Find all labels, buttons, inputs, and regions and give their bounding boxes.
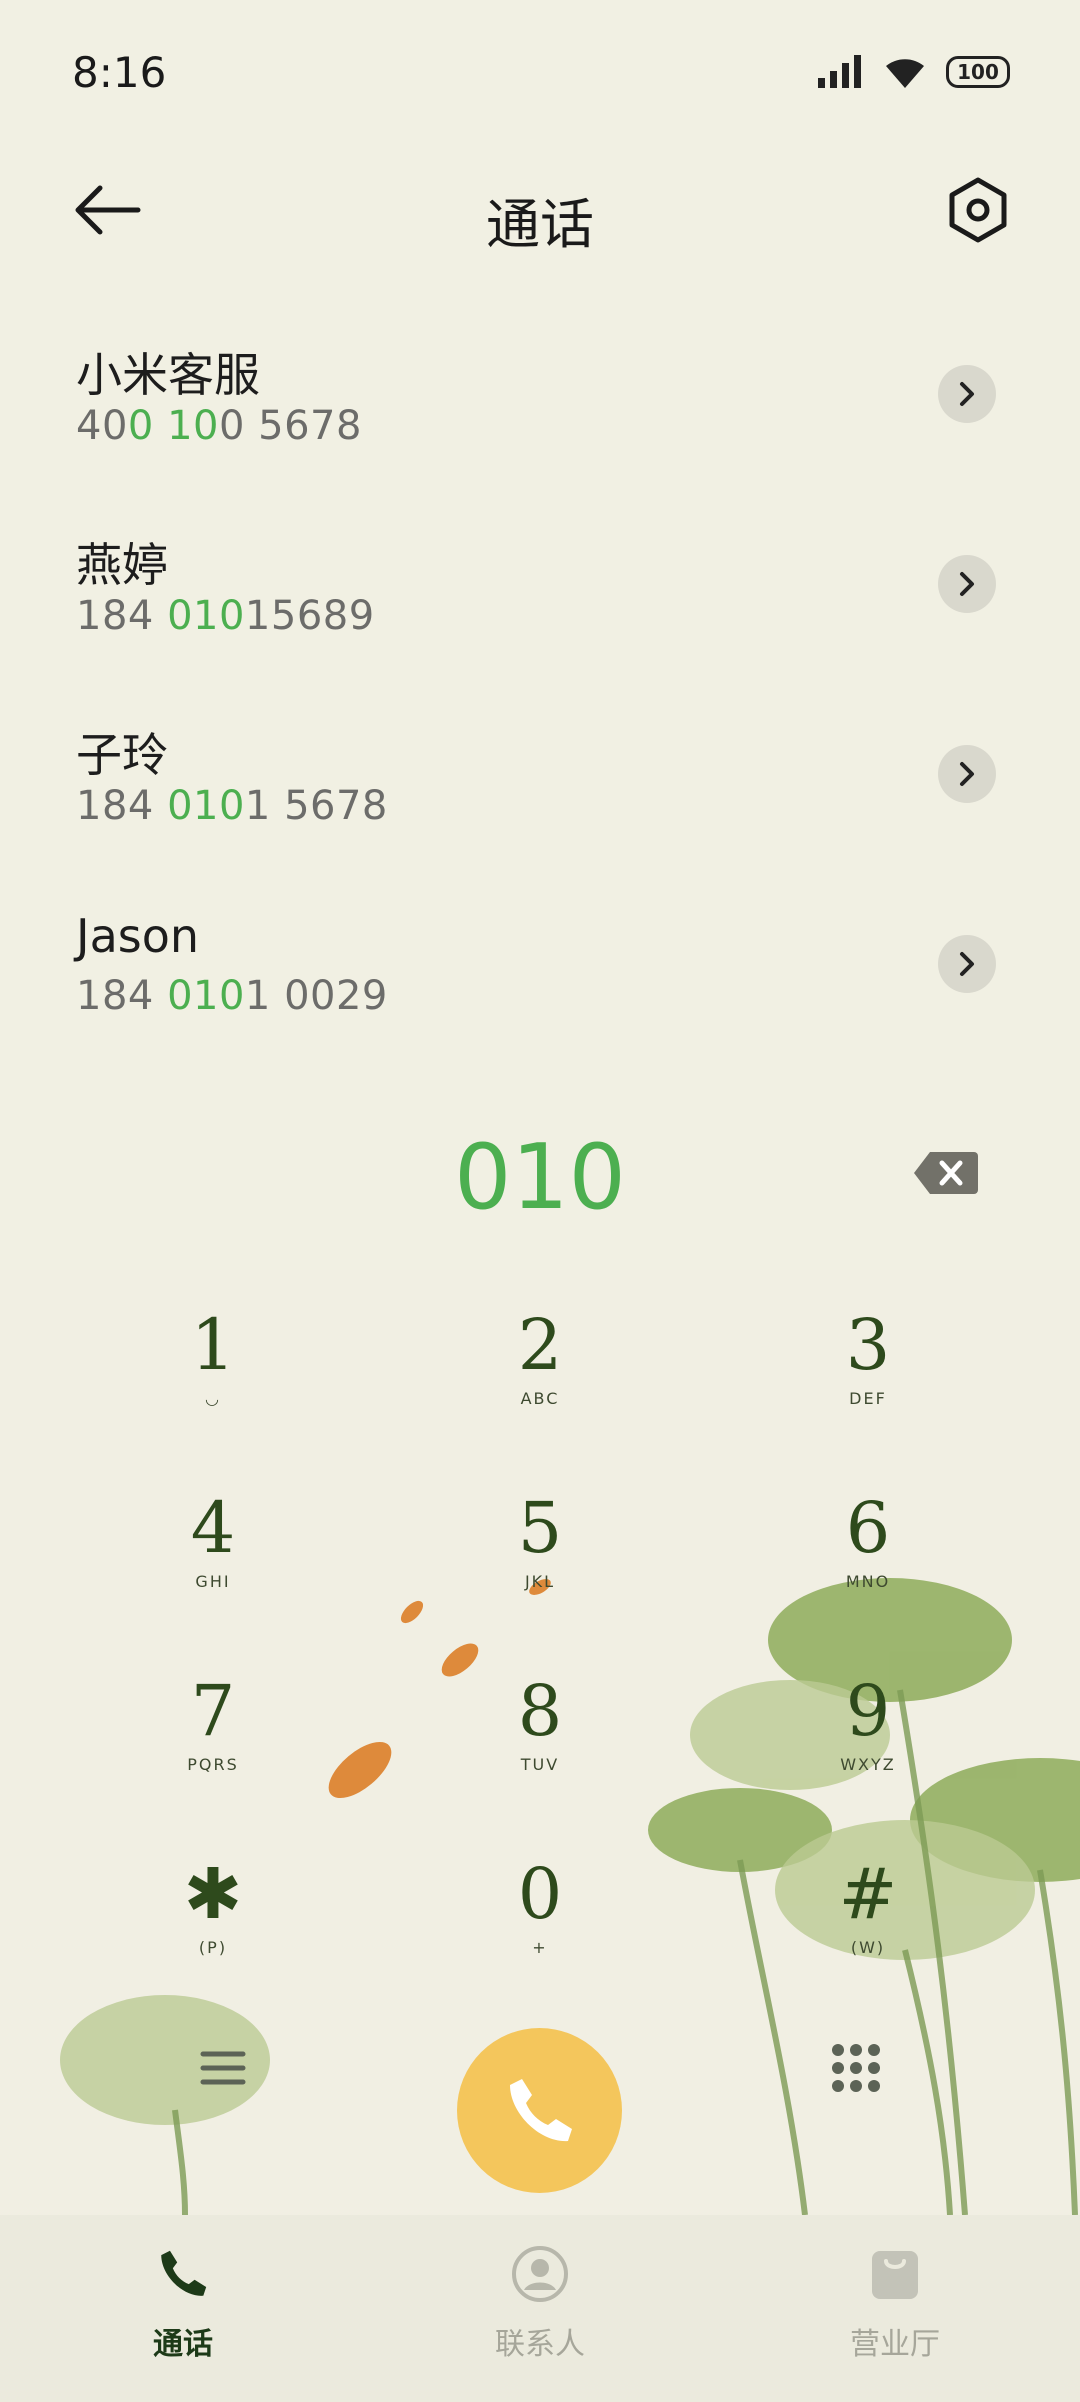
- chevron-right-icon: [960, 572, 974, 596]
- backspace-icon: [914, 1152, 978, 1194]
- signal-icon: [818, 55, 861, 88]
- contact-item[interactable]: Jason 184 0101 0029: [0, 885, 1080, 1075]
- tab-calls[interactable]: 通话: [63, 2245, 303, 2363]
- chevron-right-icon: [960, 382, 974, 406]
- tab-service-hall[interactable]: 营业厅: [775, 2245, 1015, 2363]
- tab-label: 联系人: [495, 2327, 585, 2362]
- gear-icon: [949, 177, 1007, 243]
- key-1[interactable]: 1 ◡: [113, 1305, 313, 1465]
- shop-bag-icon: [872, 2251, 918, 2299]
- contacts-icon: [512, 2246, 568, 2302]
- backspace-button[interactable]: [912, 1150, 980, 1196]
- contact-item[interactable]: 燕婷 184 01015689: [0, 505, 1080, 695]
- contact-name: 子玲: [76, 728, 168, 782]
- key-hash[interactable]: # (W): [768, 1854, 968, 2014]
- key-star[interactable]: ✱ (P): [113, 1854, 313, 2014]
- call-button[interactable]: [457, 2028, 622, 2193]
- settings-button[interactable]: [946, 176, 1010, 244]
- contact-name: 燕婷: [76, 538, 168, 592]
- contact-number: 184 0101 5678: [76, 783, 388, 829]
- key-7[interactable]: 7 PQRS: [113, 1671, 313, 1831]
- status-icons: 100: [816, 54, 1010, 90]
- bottom-nav: 通话 联系人 营业厅: [0, 2215, 1080, 2402]
- key-9[interactable]: 9 WXYZ: [768, 1671, 968, 1831]
- battery-icon: 100: [946, 56, 1010, 88]
- menu-button[interactable]: [195, 2040, 251, 2096]
- status-time: 8:16: [72, 48, 167, 97]
- key-2[interactable]: 2 ABC: [440, 1305, 640, 1465]
- contact-item[interactable]: 小米客服 400 100 5678: [0, 315, 1080, 505]
- key-4[interactable]: 4 GHI: [113, 1488, 313, 1648]
- page-title: 通话: [486, 193, 594, 256]
- tab-label: 营业厅: [850, 2327, 940, 2362]
- tab-contacts[interactable]: 联系人: [420, 2245, 660, 2363]
- key-6[interactable]: 6 MNO: [768, 1488, 968, 1648]
- contact-detail-button[interactable]: [938, 745, 996, 803]
- contact-number: 400 100 5678: [76, 403, 362, 449]
- contact-name: Jason: [76, 909, 200, 963]
- tab-label: 通话: [153, 2327, 213, 2362]
- status-bar: 8:16 100: [0, 0, 1080, 150]
- dialpad-icon: [832, 2044, 880, 2092]
- contact-detail-button[interactable]: [938, 365, 996, 423]
- phone-icon: [509, 2078, 572, 2141]
- chevron-right-icon: [960, 952, 974, 976]
- key-0[interactable]: 0 +: [440, 1854, 640, 2014]
- contact-name: 小米客服: [76, 348, 260, 402]
- contact-detail-button[interactable]: [938, 935, 996, 993]
- key-8[interactable]: 8 TUV: [440, 1671, 640, 1831]
- phone-icon: [161, 2250, 207, 2296]
- wifi-icon: [886, 59, 924, 88]
- menu-icon: [200, 2051, 246, 2085]
- contact-number: 184 0101 0029: [76, 973, 388, 1019]
- key-5[interactable]: 5 JKL: [440, 1488, 640, 1648]
- contact-item[interactable]: 子玲 184 0101 5678: [0, 695, 1080, 885]
- contact-number: 184 01015689: [76, 593, 375, 639]
- contact-detail-button[interactable]: [938, 555, 996, 613]
- battery-level: 100: [957, 60, 999, 84]
- chevron-right-icon: [960, 762, 974, 786]
- key-3[interactable]: 3 DEF: [768, 1305, 968, 1465]
- contact-suggestions: 小米客服 400 100 5678 燕婷 184 01015689 子玲 184…: [0, 315, 1080, 1075]
- dialpad-toggle-button[interactable]: [826, 2040, 886, 2100]
- header: 通话: [0, 150, 1080, 275]
